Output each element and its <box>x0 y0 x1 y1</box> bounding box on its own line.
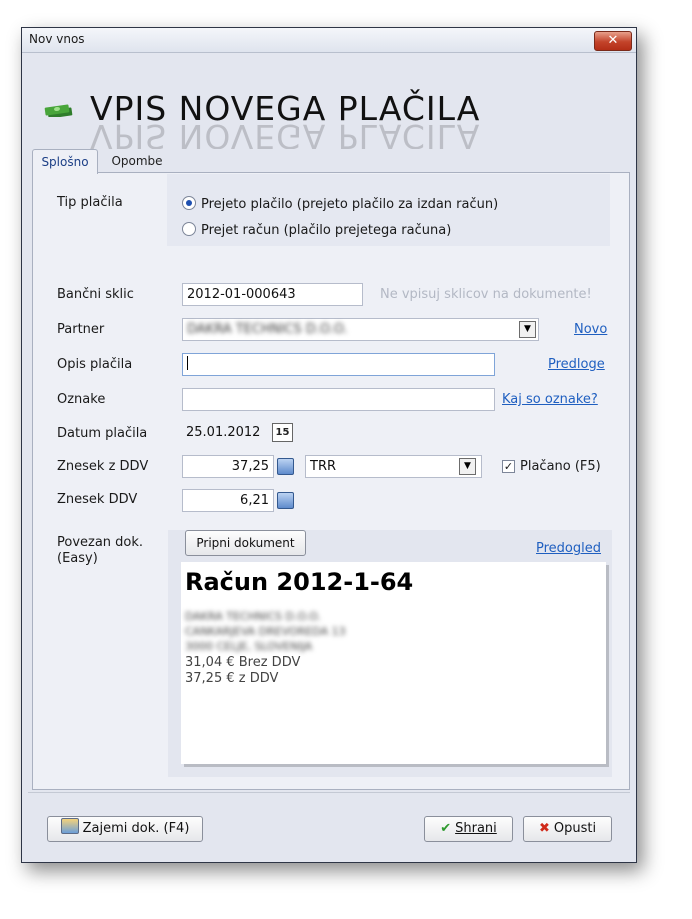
invoice-title: Račun 2012-1-64 <box>185 568 414 596</box>
tab-splosno[interactable]: Splošno <box>32 149 98 174</box>
paid-checkbox[interactable]: ✓ <box>502 460 515 473</box>
description-label: Opis plačila <box>57 357 133 372</box>
amount-with-vat-label: Znesek z DDV <box>57 459 149 474</box>
tags-help-link[interactable]: Kaj so oznake? <box>502 392 598 407</box>
chevron-down-icon: ▼ <box>524 324 531 334</box>
invoice-net: 31,04 € Brez DDV <box>185 655 301 670</box>
partner-label: Partner <box>57 322 105 337</box>
calculator-icon[interactable] <box>277 492 294 509</box>
chevron-down-icon: ▼ <box>464 461 471 471</box>
scanner-icon <box>60 818 79 834</box>
save-label: Shrani <box>455 821 497 836</box>
tags-input[interactable] <box>182 388 495 411</box>
cancel-label: Opusti <box>553 821 597 836</box>
footer-divider <box>28 792 630 793</box>
date-input[interactable]: 25.01.2012 <box>182 422 267 445</box>
templates-link[interactable]: Predloge <box>548 357 605 372</box>
capture-document-button[interactable]: Zajemi dok. (F4) <box>47 816 203 842</box>
invoice-company: DAKRA TECHNICS D.O.O. <box>185 610 321 623</box>
window-title: Nov vnos <box>29 32 85 46</box>
payment-type-label: Tip plačila <box>57 195 123 210</box>
new-partner-link[interactable]: Novo <box>574 322 607 337</box>
preview-link[interactable]: Predogled <box>536 541 601 556</box>
paid-label: Plačano (F5) <box>520 459 601 474</box>
checkmark-icon: ✓ <box>503 460 514 473</box>
description-input[interactable] <box>182 353 495 376</box>
money-icon <box>44 104 73 117</box>
page-title-reflection: VPIS NOVEGA PLAČILA <box>90 123 481 149</box>
radio-received-payment[interactable]: Prejeto plačilo (prejeto plačilo za izda… <box>182 196 498 212</box>
capture-document-label: Zajemi dok. (F4) <box>82 821 190 836</box>
invoice-street: CANKARJEVA DREVOREDA 13 <box>185 625 346 638</box>
account-select[interactable]: TRR <box>305 455 482 478</box>
date-label: Datum plačila <box>57 426 148 441</box>
attach-document-button[interactable]: Pripni dokument <box>185 530 306 556</box>
linked-doc-label: Povezan dok. <box>57 535 144 550</box>
bank-ref-label: Bančni sklic <box>57 287 134 302</box>
document-preview: Račun 2012-1-64 DAKRA TECHNICS D.O.O. CA… <box>181 562 606 764</box>
tags-label: Oznake <box>57 392 106 407</box>
save-button[interactable]: ✔ Shrani <box>424 816 513 842</box>
invoice-city: 3000 CELJE, SLOVENIJA <box>185 640 313 653</box>
radio-button-selected[interactable] <box>182 196 196 210</box>
vat-amount-label: Znesek DDV <box>57 492 138 507</box>
partner-value: DAKRA TECHNICS D.O.O. <box>187 322 348 337</box>
title-bar[interactable]: Nov vnos ✕ <box>22 28 636 53</box>
close-button[interactable]: ✕ <box>594 31 632 51</box>
cross-icon: ✖ <box>538 821 550 836</box>
close-icon: ✕ <box>607 33 619 48</box>
form-panel: Tip plačila Prejeto plačilo (prejeto pla… <box>32 172 630 790</box>
vat-amount-input[interactable]: 6,21 <box>182 489 274 512</box>
partner-select[interactable]: DAKRA TECHNICS D.O.O. <box>182 318 539 341</box>
amount-with-vat-input[interactable]: 37,25 <box>182 455 274 478</box>
calculator-icon[interactable] <box>277 458 294 475</box>
checkmark-icon: ✔ <box>440 821 452 836</box>
cancel-button[interactable]: ✖ Opusti <box>523 816 612 842</box>
radio-label: Prejeto plačilo (prejeto plačilo za izda… <box>201 197 499 212</box>
text-caret <box>187 356 188 370</box>
radio-label: Prejet račun (plačilo prejetega računa) <box>201 223 452 238</box>
partner-dropdown-button[interactable]: ▼ <box>519 321 536 338</box>
bank-ref-input[interactable]: 2012-01-000643 <box>182 283 363 306</box>
tab-opombe[interactable]: Opombe <box>102 149 172 173</box>
calendar-icon[interactable]: 15 <box>272 423 293 442</box>
invoice-gross: 37,25 € z DDV <box>185 671 279 686</box>
dialog-window: Nov vnos ✕ VPIS NOVEGA PLAČILA VPIS NOVE… <box>21 27 637 863</box>
linked-doc-sublabel: (Easy) <box>57 551 98 566</box>
bank-ref-hint: Ne vpisuj sklicov na dokumente! <box>380 287 592 302</box>
radio-received-invoice[interactable]: Prejet račun (plačilo prejetega računa) <box>182 222 451 238</box>
radio-button[interactable] <box>182 222 196 236</box>
account-dropdown-button[interactable]: ▼ <box>459 458 476 475</box>
